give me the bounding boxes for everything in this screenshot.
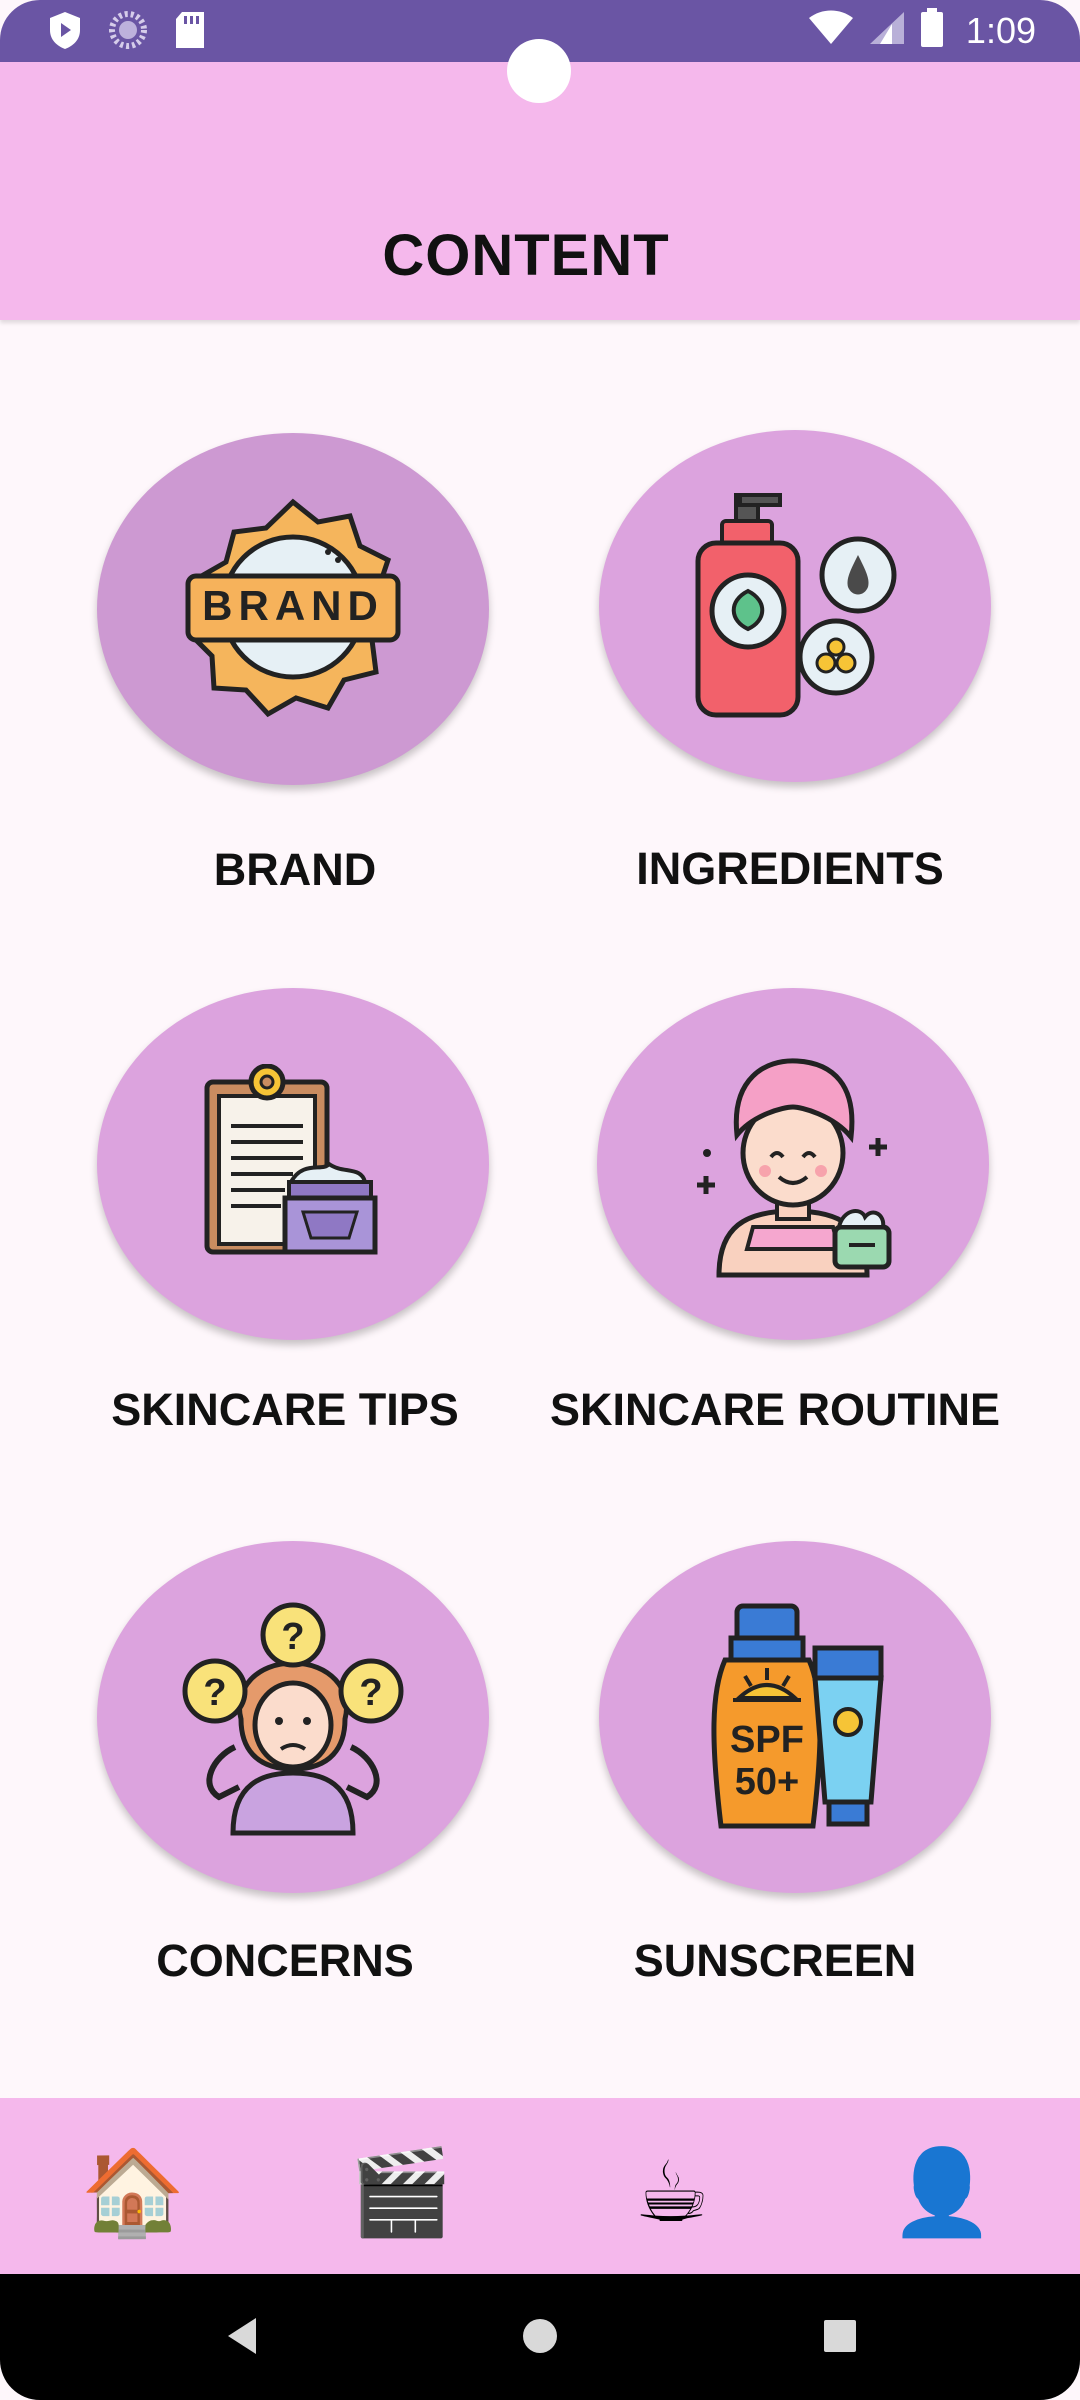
category-label: INGREDIENTS	[636, 843, 944, 894]
sd-card-icon	[174, 11, 206, 54]
nav-home-icon[interactable]: 🏠	[78, 2142, 188, 2242]
category-label: CONCERNS	[156, 1935, 414, 1986]
home-icon[interactable]	[520, 2314, 560, 2363]
category-label: BRAND	[213, 844, 377, 895]
category-card-skincare-tips[interactable]: SKINCARE TIPS	[40, 985, 540, 1465]
brand-badge-text: BRAND	[202, 582, 384, 629]
shield-icon	[48, 10, 82, 55]
pump-bottle-icon	[695, 493, 897, 718]
brand-badge-icon: BRAND	[185, 498, 401, 718]
category-label: SUNSCREEN	[633, 1935, 917, 1986]
spf-text: SPF	[730, 1719, 804, 1761]
nav-profile-icon[interactable]: 👤	[887, 2142, 997, 2242]
recents-icon[interactable]	[820, 2314, 860, 2363]
loading-icon	[108, 10, 148, 55]
nav-videos-icon[interactable]: 🎬	[346, 2142, 456, 2242]
clipboard-cream-icon	[204, 1064, 378, 1255]
sunscreen-icon: SPF 50+	[711, 1603, 884, 1829]
svg-text:?: ?	[359, 1672, 382, 1714]
svg-text:?: ?	[281, 1616, 304, 1658]
category-card-concerns[interactable]: ??? CONCERNS	[40, 1538, 540, 2018]
face-towel-icon	[697, 1058, 892, 1278]
confused-person-icon: ???	[182, 1602, 404, 1836]
sunscreen-button[interactable]: SPF 50+	[599, 1541, 991, 1893]
category-label: SKINCARE ROUTINE	[549, 1384, 1001, 1435]
system-navigation-bar	[0, 2274, 1080, 2400]
category-card-brand[interactable]: BRAND BRAND	[40, 430, 540, 910]
spf-value-text: 50+	[735, 1761, 799, 1803]
nav-cafe-icon[interactable]: ☕	[617, 2142, 727, 2242]
svg-text:?: ?	[203, 1672, 226, 1714]
wifi-icon	[808, 10, 854, 51]
battery-icon	[920, 8, 944, 53]
category-label: SKINCARE TIPS	[111, 1384, 459, 1435]
cell-signal-icon	[868, 10, 906, 51]
bottom-navigation: 🏠 🎬 ☕ 👤	[0, 2098, 1080, 2274]
skincare-tips-button[interactable]	[97, 988, 489, 1340]
camera-cutout	[507, 39, 571, 103]
category-card-sunscreen[interactable]: SPF 50+ SUNSCREEN	[540, 1538, 1040, 2018]
category-card-ingredients[interactable]: INGREDIENTS	[540, 430, 1040, 910]
brand-button[interactable]: BRAND	[97, 433, 489, 785]
concerns-button[interactable]: ???	[97, 1541, 489, 1893]
category-card-skincare-routine[interactable]: SKINCARE ROUTINE	[540, 985, 1040, 1465]
back-icon[interactable]	[222, 2314, 262, 2363]
ingredients-button[interactable]	[599, 430, 991, 782]
status-time: 1:09	[965, 9, 1036, 51]
skincare-routine-button[interactable]	[597, 988, 989, 1340]
page-title: CONTENT	[382, 223, 670, 288]
